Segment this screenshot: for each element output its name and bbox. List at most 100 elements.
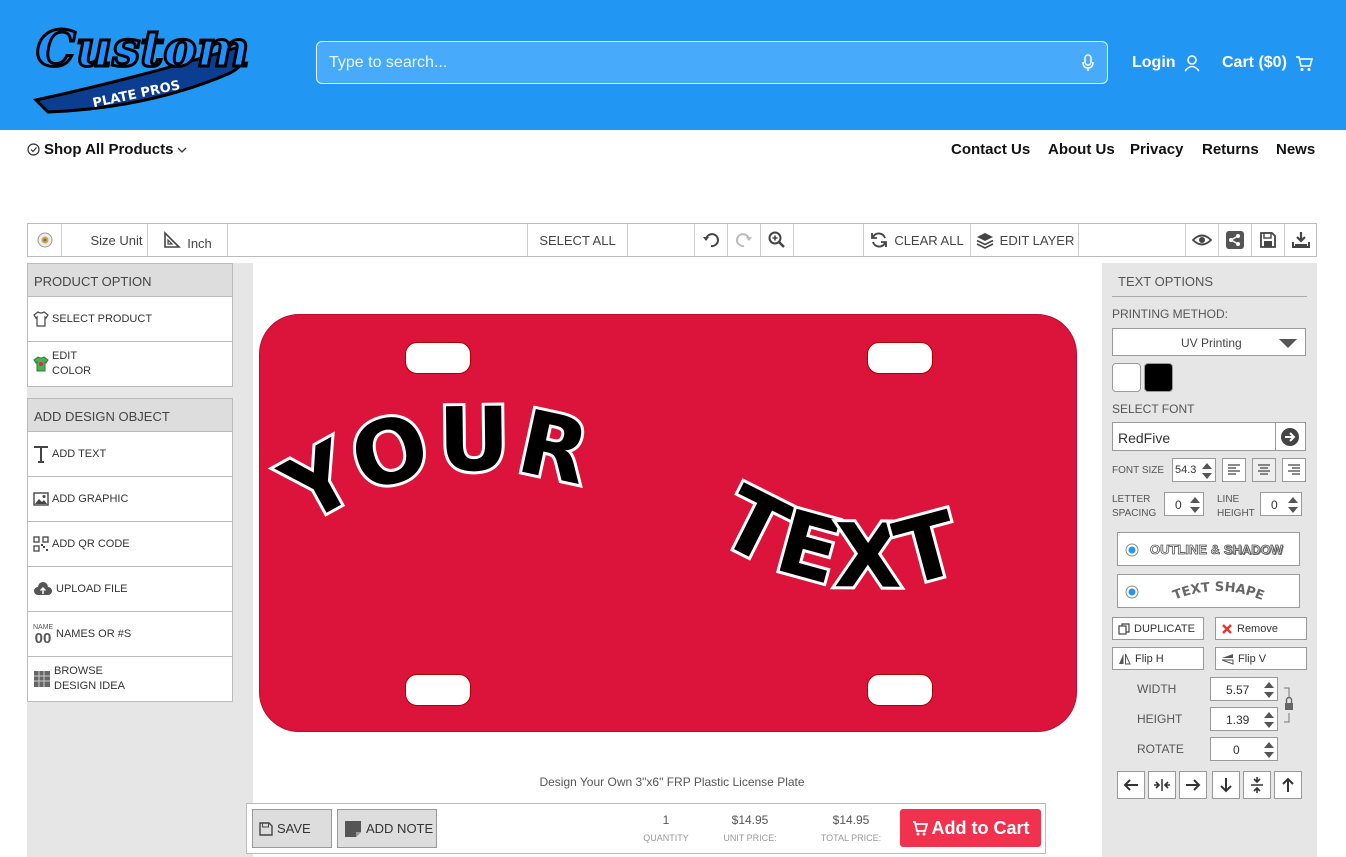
printing-method-select[interactable]: UV Printing [1112,328,1306,356]
license-plate-canvas[interactable]: YOUR TEXT [259,314,1077,732]
move-up-button[interactable] [1274,771,1302,799]
spinner-icon[interactable] [1263,740,1275,760]
text-shape-button[interactable]: TEXT SHAPE [1117,574,1300,608]
nav-contact-us[interactable]: Contact Us [951,141,1030,158]
browse-design-idea-button[interactable]: BROWSE DESIGN IDEA [27,657,233,702]
eye-icon[interactable] [1186,224,1219,256]
cart-link[interactable]: Cart ($0) [1222,54,1313,72]
align-center-button[interactable] [1252,458,1276,482]
edit-layer-label: EDIT LAYER [999,232,1075,248]
upload-file-button[interactable]: UPLOAD FILE [27,567,233,612]
letter-spacing-label: LETTER SPACING [1112,494,1157,519]
center-horizontal-button[interactable] [1148,771,1176,799]
select-product-button[interactable]: SELECT PRODUCT [27,297,233,342]
line-height-input[interactable]: 0 [1260,492,1302,516]
move-right-button[interactable] [1179,771,1207,799]
swatch-white[interactable] [1112,363,1141,392]
flip-h-button[interactable]: Flip H [1112,647,1204,670]
nav-about-us[interactable]: About Us [1048,141,1115,158]
close-icon [1222,623,1232,634]
quantity-label: QUANTITY [643,833,689,843]
duplicate-label: DUPLICATE [1134,622,1195,635]
redo-icon[interactable] [728,224,761,256]
grid-icon [34,671,50,687]
design-text-text[interactable]: TEXT [702,463,973,611]
nav-news[interactable]: News [1276,141,1315,158]
align-right-button[interactable] [1282,458,1306,482]
add-text-button[interactable]: ADD TEXT [27,432,233,477]
letter-spacing-input[interactable]: 0 [1164,492,1204,516]
font-size-input[interactable]: 54.3 [1172,458,1216,482]
spinner-icon[interactable] [1263,680,1275,700]
move-down-button[interactable] [1212,771,1240,799]
login-link[interactable]: Login [1132,54,1200,72]
title-divider [1112,296,1307,297]
clear-all-button[interactable]: CLEAR ALL [864,224,971,256]
undo-icon[interactable] [695,224,728,256]
ruler-triangle-icon [164,231,182,248]
search-input[interactable]: Type to search... [316,41,1108,84]
flip-h-label: Flip H [1135,652,1164,665]
edit-layer-button[interactable]: EDIT LAYER [971,224,1079,256]
arrow-right-icon [1186,779,1201,791]
arrow-up-icon [1282,777,1294,792]
duplicate-button[interactable]: DUPLICATE [1112,617,1204,640]
toolbar-spacer [628,224,695,256]
save-design-button[interactable]: SAVE [252,809,332,848]
search-placeholder: Type to search... [329,54,448,71]
font-size-value: 54.3 [1175,464,1197,476]
center-vertical-button[interactable] [1243,771,1271,799]
add-graphic-button[interactable]: ADD GRAPHIC [27,477,233,522]
check-circle-icon [27,143,40,156]
move-left-button[interactable] [1117,771,1145,799]
rotate-input[interactable]: 0 [1210,737,1278,761]
height-value: 1.39 [1226,713,1250,727]
align-center-icon [1258,464,1270,475]
share-icon[interactable] [1219,224,1252,256]
add-qr-code-button[interactable]: ADD QR CODE [27,522,233,567]
flip-v-button[interactable]: Flip V [1215,647,1307,670]
quantity-value[interactable]: 1 [626,813,706,827]
site-logo[interactable]: PLATE PROS Custom [28,8,252,120]
align-left-button[interactable] [1222,458,1246,482]
floppy-icon [259,821,273,836]
width-input[interactable]: 5.57 [1210,677,1278,701]
left-panel: PRODUCT OPTION SELECT PRODUCT EDIT COLOR … [27,263,233,702]
add-note-button[interactable]: ADD NOTE [337,809,437,848]
outline-shadow-button[interactable]: OUTLINE & SHADOW [1117,532,1300,566]
line-height-value: 0 [1271,498,1278,512]
printing-method-value: UV Printing [1181,336,1242,350]
arrow-right-circle-icon[interactable] [1280,427,1300,447]
select-font-label: SELECT FONT [1112,402,1195,416]
nav-privacy[interactable]: Privacy [1130,141,1183,158]
swatch-black[interactable] [1144,363,1173,392]
user-icon [1183,54,1200,72]
spinner-icon[interactable] [1287,495,1299,515]
refresh-icon [871,232,888,248]
spinner-icon[interactable] [1189,495,1201,515]
save-icon[interactable] [1252,224,1285,256]
unit-value: Inch [187,235,212,251]
select-all-button[interactable]: SELECT ALL [528,224,628,256]
layers-icon [976,233,994,249]
edit-color-button[interactable]: EDIT COLOR [27,342,233,387]
font-size-label: FONT SIZE [1112,465,1165,476]
height-input[interactable]: 1.39 [1210,707,1278,731]
nav-returns[interactable]: Returns [1202,141,1259,158]
font-select[interactable]: RedFive [1112,422,1306,451]
microphone-icon[interactable] [1081,54,1095,77]
download-icon[interactable] [1285,224,1316,256]
copy-icon [1118,622,1130,635]
add-to-cart-button[interactable]: Add to Cart [900,809,1041,847]
unit-select[interactable]: Inch [148,224,228,256]
width-label: WIDTH [1137,682,1177,696]
size-unit-label: Size Unit [62,224,148,256]
shop-all-products-menu[interactable]: Shop All Products [27,141,187,158]
names-numbers-button[interactable]: NAME 00 NAMES OR #S [27,612,233,657]
zoom-in-icon[interactable] [761,224,794,256]
lock-ratio-icon[interactable] [1282,687,1296,723]
spinner-icon[interactable] [1263,710,1275,730]
design-text-your[interactable]: YOUR [262,385,602,546]
remove-button[interactable]: Remove [1215,617,1307,640]
spinner-icon[interactable] [1201,461,1213,481]
